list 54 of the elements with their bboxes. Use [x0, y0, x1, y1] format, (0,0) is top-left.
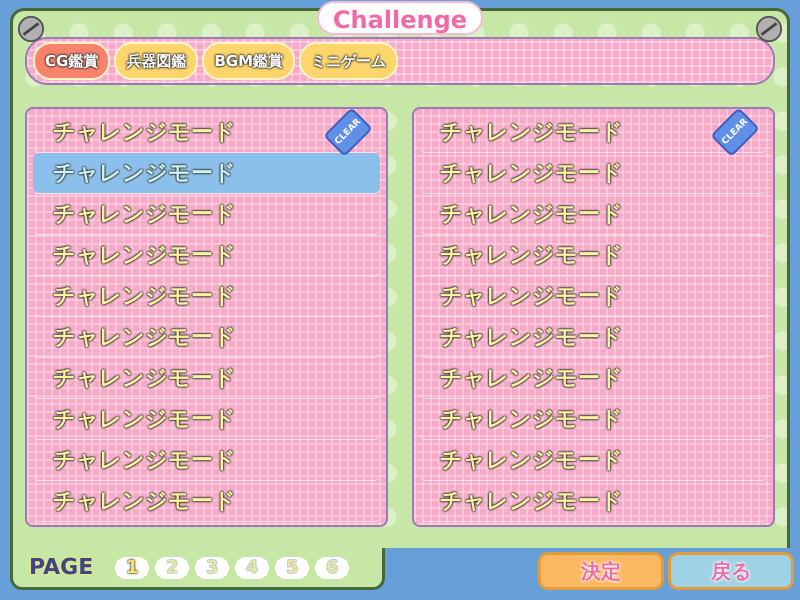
- item-label: チャレンジモード: [53, 365, 236, 393]
- item-label: チャレンジモード: [440, 447, 623, 475]
- page-number[interactable]: 5: [275, 556, 310, 578]
- item-label: チャレンジモード: [440, 324, 623, 352]
- action-button[interactable]: 決定: [538, 552, 664, 590]
- tab[interactable]: BGM鑑賞: [202, 42, 295, 80]
- screen-title: Challenge: [316, 1, 484, 35]
- item-label: チャレンジモード: [53, 324, 236, 352]
- page-number[interactable]: 1: [115, 556, 150, 578]
- list-item[interactable]: チャレンジモード: [33, 235, 380, 276]
- list-item[interactable]: チャレンジモード: [33, 317, 380, 358]
- item-label: チャレンジモード: [53, 119, 236, 147]
- page-number[interactable]: 3: [195, 556, 230, 578]
- list-item[interactable]: チャレンジモード: [420, 317, 767, 358]
- list-item[interactable]: チャレンジモード: [33, 194, 380, 235]
- page-number[interactable]: 2: [155, 556, 190, 578]
- list-item[interactable]: チャレンジモード: [420, 399, 767, 440]
- list-item[interactable]: チャレンジモード: [420, 153, 767, 194]
- list-item[interactable]: チャレンジモード: [420, 440, 767, 481]
- action-button[interactable]: 戻る: [668, 552, 794, 590]
- page-label: PAGE: [29, 555, 94, 580]
- list-item[interactable]: チャレンジモード: [420, 194, 767, 235]
- item-label: チャレンジモード: [53, 447, 236, 475]
- list-item[interactable]: チャレンジモード: [420, 276, 767, 317]
- item-label: チャレンジモード: [440, 283, 623, 311]
- item-label: チャレンジモード: [53, 160, 236, 188]
- list-item[interactable]: チャレンジモード: [420, 235, 767, 276]
- item-label: チャレンジモード: [440, 201, 623, 229]
- tab[interactable]: 兵器図鑑: [114, 42, 198, 80]
- item-label: チャレンジモード: [53, 201, 236, 229]
- item-label: チャレンジモード: [440, 365, 623, 393]
- item-label: チャレンジモード: [440, 488, 623, 516]
- list-item[interactable]: チャレンジモード: [420, 481, 767, 522]
- item-label: チャレンジモード: [440, 406, 623, 434]
- list-item[interactable]: チャレンジモード: [33, 153, 380, 194]
- item-label: チャレンジモード: [440, 160, 623, 188]
- list-item[interactable]: チャレンジモード: [33, 276, 380, 317]
- screw-icon: [755, 15, 783, 43]
- list-item[interactable]: チャレンジモード: [33, 440, 380, 481]
- item-label: チャレンジモード: [440, 119, 623, 147]
- item-label: チャレンジモード: [53, 406, 236, 434]
- item-label: チャレンジモード: [440, 242, 623, 270]
- list-item[interactable]: チャレンジモード: [420, 358, 767, 399]
- item-label: チャレンジモード: [53, 283, 236, 311]
- list-item[interactable]: チャレンジモード: [33, 481, 380, 522]
- item-label: チャレンジモード: [53, 488, 236, 516]
- list-item[interactable]: チャレンジモード: [33, 358, 380, 399]
- tab[interactable]: ミニゲーム: [299, 42, 398, 80]
- list-item[interactable]: チャレンジモード: [33, 399, 380, 440]
- tab[interactable]: CG鑑賞: [33, 42, 110, 80]
- page-number[interactable]: 4: [235, 556, 270, 578]
- page-number[interactable]: 6: [315, 556, 350, 578]
- screw-icon: [17, 15, 45, 43]
- item-label: チャレンジモード: [53, 242, 236, 270]
